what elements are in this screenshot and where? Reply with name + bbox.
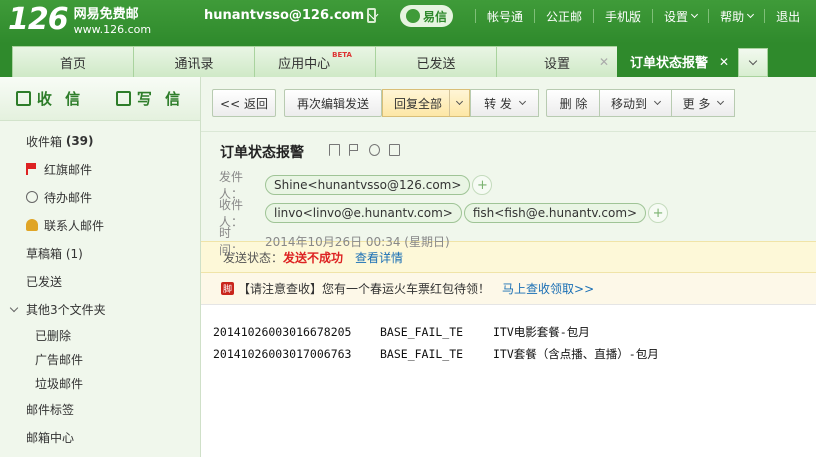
- link-settings[interactable]: 设置: [664, 8, 699, 25]
- clock-icon[interactable]: [369, 144, 380, 156]
- bookmark-icon[interactable]: [329, 144, 340, 156]
- flag-icon: [26, 163, 38, 175]
- clock-icon: [26, 191, 38, 203]
- sidebar: 收 信 写 信 收件箱 (39) 红旗邮件 待办邮件 联系人邮件 草稿箱 (1)…: [0, 77, 201, 457]
- promo-icon: 脚: [221, 282, 234, 295]
- promo-text: 【请注意查收】您有一个春运火车票红包待领！: [238, 282, 491, 296]
- logo-number: 126: [8, 2, 69, 37]
- recipient-pill[interactable]: linvo<linvo@e.hunantv.com>: [265, 203, 462, 223]
- tab-settings[interactable]: 设置 ✕: [496, 46, 618, 77]
- receive-mail-button[interactable]: 收 信: [0, 77, 100, 120]
- tab-more-button[interactable]: [738, 48, 768, 77]
- mail-time: 2014年10月26日 00:34 (星期日): [265, 234, 450, 249]
- folder-other-toggle[interactable]: 其他3个文件夹: [0, 295, 200, 323]
- chevron-down-icon: [717, 97, 725, 106]
- reedit-send-button[interactable]: 再次编辑发送: [284, 89, 382, 117]
- link-account-pass[interactable]: 帐号通: [487, 8, 523, 25]
- folder-deleted[interactable]: 已删除: [0, 323, 200, 347]
- link-help[interactable]: 帮助: [720, 8, 755, 25]
- folder-todo[interactable]: 待办邮件: [0, 183, 200, 211]
- chevron-down-icon: [518, 97, 526, 106]
- pencil-icon: [115, 91, 131, 106]
- tab-bar: 首页 通讯录 应用中心 BETA 已发送 设置 ✕ 订单状态报警 ✕: [0, 44, 816, 77]
- tab-home[interactable]: 首页: [12, 46, 134, 77]
- account-email: hunantvsso@126.com: [204, 8, 365, 23]
- tab-app-center[interactable]: 应用中心 BETA: [254, 46, 376, 77]
- tab-order-alert[interactable]: 订单状态报警 ✕: [617, 46, 738, 77]
- yixin-button[interactable]: 易信: [400, 5, 453, 27]
- chevron-down-icon: [653, 97, 662, 106]
- chevron-down-icon: [691, 10, 699, 19]
- chevron-down-icon: [455, 97, 464, 106]
- add-contact-icon[interactable]: +: [648, 203, 669, 223]
- tab-contacts[interactable]: 通讯录: [133, 46, 255, 77]
- folder-tags[interactable]: 邮件标签: [0, 395, 200, 423]
- link-notary-mail[interactable]: 公正邮: [546, 8, 582, 25]
- flag-icon[interactable]: [349, 144, 360, 156]
- toolbar: << 返回 再次编辑发送 回复全部 转 发 删 除 移动到 更 多: [201, 77, 816, 131]
- folder-contacts-mail[interactable]: 联系人邮件: [0, 211, 200, 239]
- beta-badge: BETA: [332, 51, 352, 59]
- body-line: 20141026003017006763 BASE_FAIL_TE ITV套餐（…: [213, 347, 659, 361]
- folder-sent[interactable]: 已发送: [0, 267, 200, 295]
- more-button[interactable]: 更 多: [671, 89, 735, 117]
- unread-count: (39): [65, 134, 94, 148]
- close-icon[interactable]: ✕: [599, 55, 609, 69]
- reply-dropdown[interactable]: [449, 90, 469, 116]
- download-icon: [15, 91, 31, 106]
- link-mobile[interactable]: 手机版: [605, 8, 641, 25]
- tab-sent[interactable]: 已发送: [375, 46, 497, 77]
- folder-drafts[interactable]: 草稿箱 (1): [0, 239, 200, 267]
- mail-header: 订单状态报警 发件人： Shine<hunantvsso@126.com> + …: [201, 131, 816, 257]
- time-row: 时 间： 2014年10月26日 00:34 (星期日): [219, 224, 450, 258]
- back-button[interactable]: << 返回: [212, 89, 276, 117]
- yixin-icon: [405, 9, 420, 23]
- folder-mail-center[interactable]: 邮箱中心: [0, 423, 200, 451]
- recipient-pill[interactable]: fish<fish@e.hunantv.com>: [463, 203, 647, 223]
- account-menu[interactable]: hunantvsso@126.com: [204, 0, 379, 32]
- reply-all-button[interactable]: 回复全部: [382, 89, 470, 117]
- person-icon: [26, 219, 38, 231]
- phone-icon[interactable]: [367, 8, 376, 23]
- forward-button[interactable]: 转 发: [470, 89, 539, 117]
- chevron-down-icon: [748, 56, 758, 66]
- folder-list: 收件箱 (39) 红旗邮件 待办邮件 联系人邮件 草稿箱 (1) 已发送 其他3…: [0, 121, 200, 451]
- time-label: 时 间：: [219, 226, 244, 257]
- top-links: 帐号通 公正邮 手机版 设置 帮助 退出: [464, 0, 800, 32]
- logo-domain: www.126.com: [73, 23, 152, 36]
- body-line: 20141026003016678205 BASE_FAIL_TE ITV电影套…: [213, 325, 590, 339]
- main-panel: << 返回 再次编辑发送 回复全部 转 发 删 除 移动到 更 多 订单状态报警…: [201, 77, 816, 457]
- promo-link[interactable]: 马上查收领取>>: [502, 280, 594, 297]
- mail-body: 20141026003016678205 BASE_FAIL_TE ITV电影套…: [201, 305, 816, 365]
- chevron-down-icon: [9, 303, 19, 313]
- logo[interactable]: 126 网易免费邮 www.126.com: [8, 3, 151, 41]
- promo-bar: 脚 【请注意查收】您有一个春运火车票红包待领！ 马上查收领取>>: [201, 273, 816, 305]
- folder-ads[interactable]: 广告邮件: [0, 347, 200, 371]
- folder-flagged[interactable]: 红旗邮件: [0, 155, 200, 183]
- write-mail-button[interactable]: 写 信: [100, 77, 200, 120]
- move-to-button[interactable]: 移动到: [599, 89, 672, 117]
- add-contact-icon[interactable]: +: [472, 175, 493, 195]
- close-icon[interactable]: ✕: [719, 55, 729, 69]
- delete-button[interactable]: 删 除: [546, 89, 601, 117]
- mail-subject: 订单状态报警: [220, 145, 304, 161]
- logo-name: 网易免费邮: [73, 7, 139, 22]
- chevron-down-icon: [747, 10, 755, 19]
- sender-pill[interactable]: Shine<hunantvsso@126.com>: [265, 175, 471, 195]
- print-icon[interactable]: [389, 144, 400, 156]
- top-bar: 126 网易免费邮 www.126.com hunantvsso@126.com…: [0, 0, 816, 44]
- folder-spam[interactable]: 垃圾邮件: [0, 371, 200, 395]
- link-logout[interactable]: 退出: [776, 8, 800, 25]
- folder-inbox[interactable]: 收件箱 (39): [0, 127, 200, 155]
